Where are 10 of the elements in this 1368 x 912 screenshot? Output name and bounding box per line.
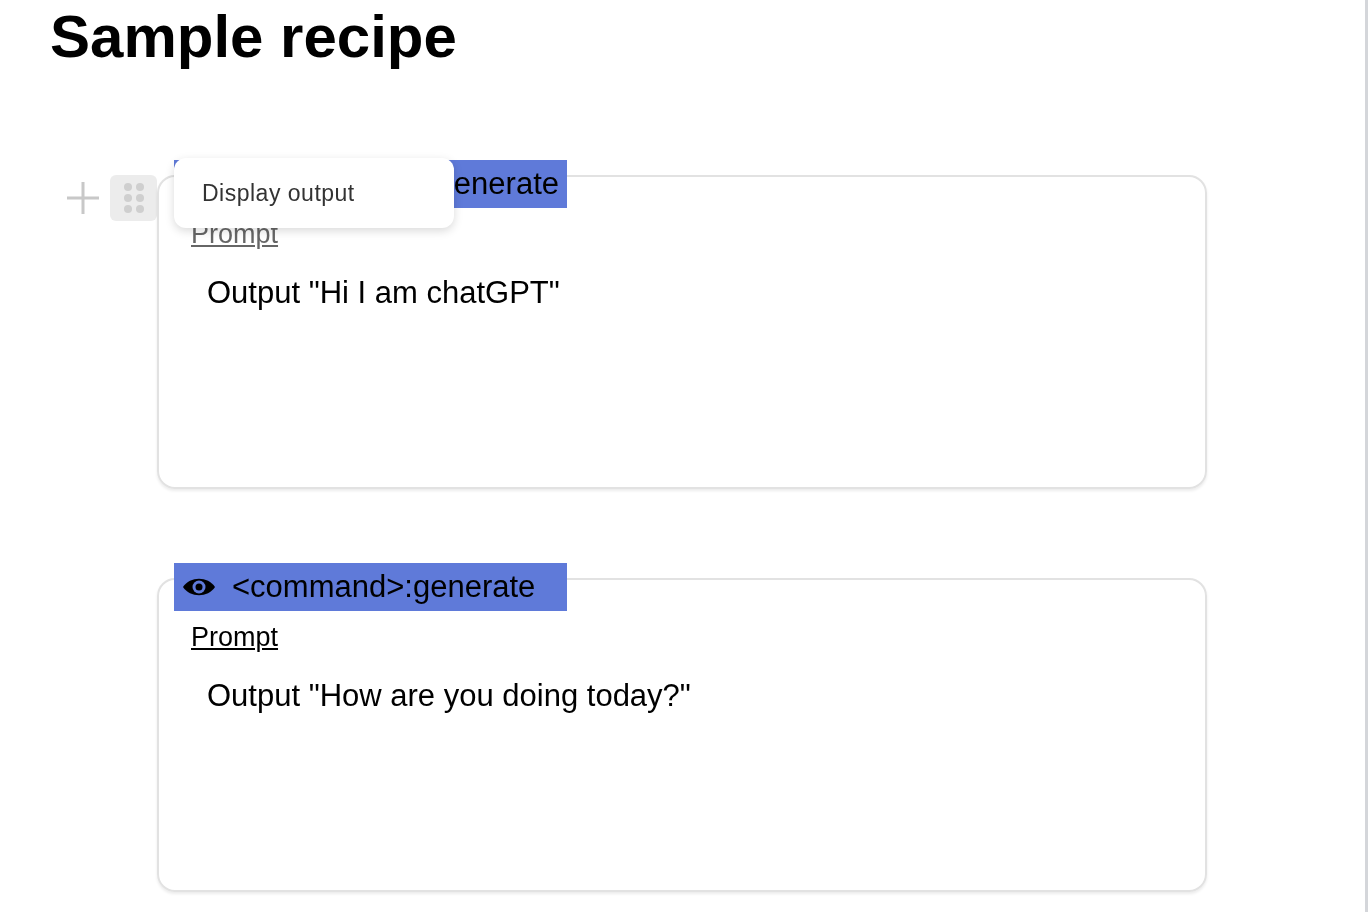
prompt-text: Output "How are you doing today?" [207, 678, 691, 714]
page-title: Sample recipe [50, 2, 457, 70]
eye-icon[interactable] [182, 576, 216, 598]
drag-handle[interactable] [110, 175, 157, 221]
command-label: enerate [453, 166, 559, 202]
command-label: <command>:generate [232, 569, 536, 605]
prompt-text: Output "Hi I am chatGPT" [207, 275, 560, 311]
plus-icon[interactable] [66, 181, 100, 215]
menu-item[interactable]: Display output [202, 179, 355, 207]
prompt-link[interactable]: Prompt [191, 620, 279, 654]
